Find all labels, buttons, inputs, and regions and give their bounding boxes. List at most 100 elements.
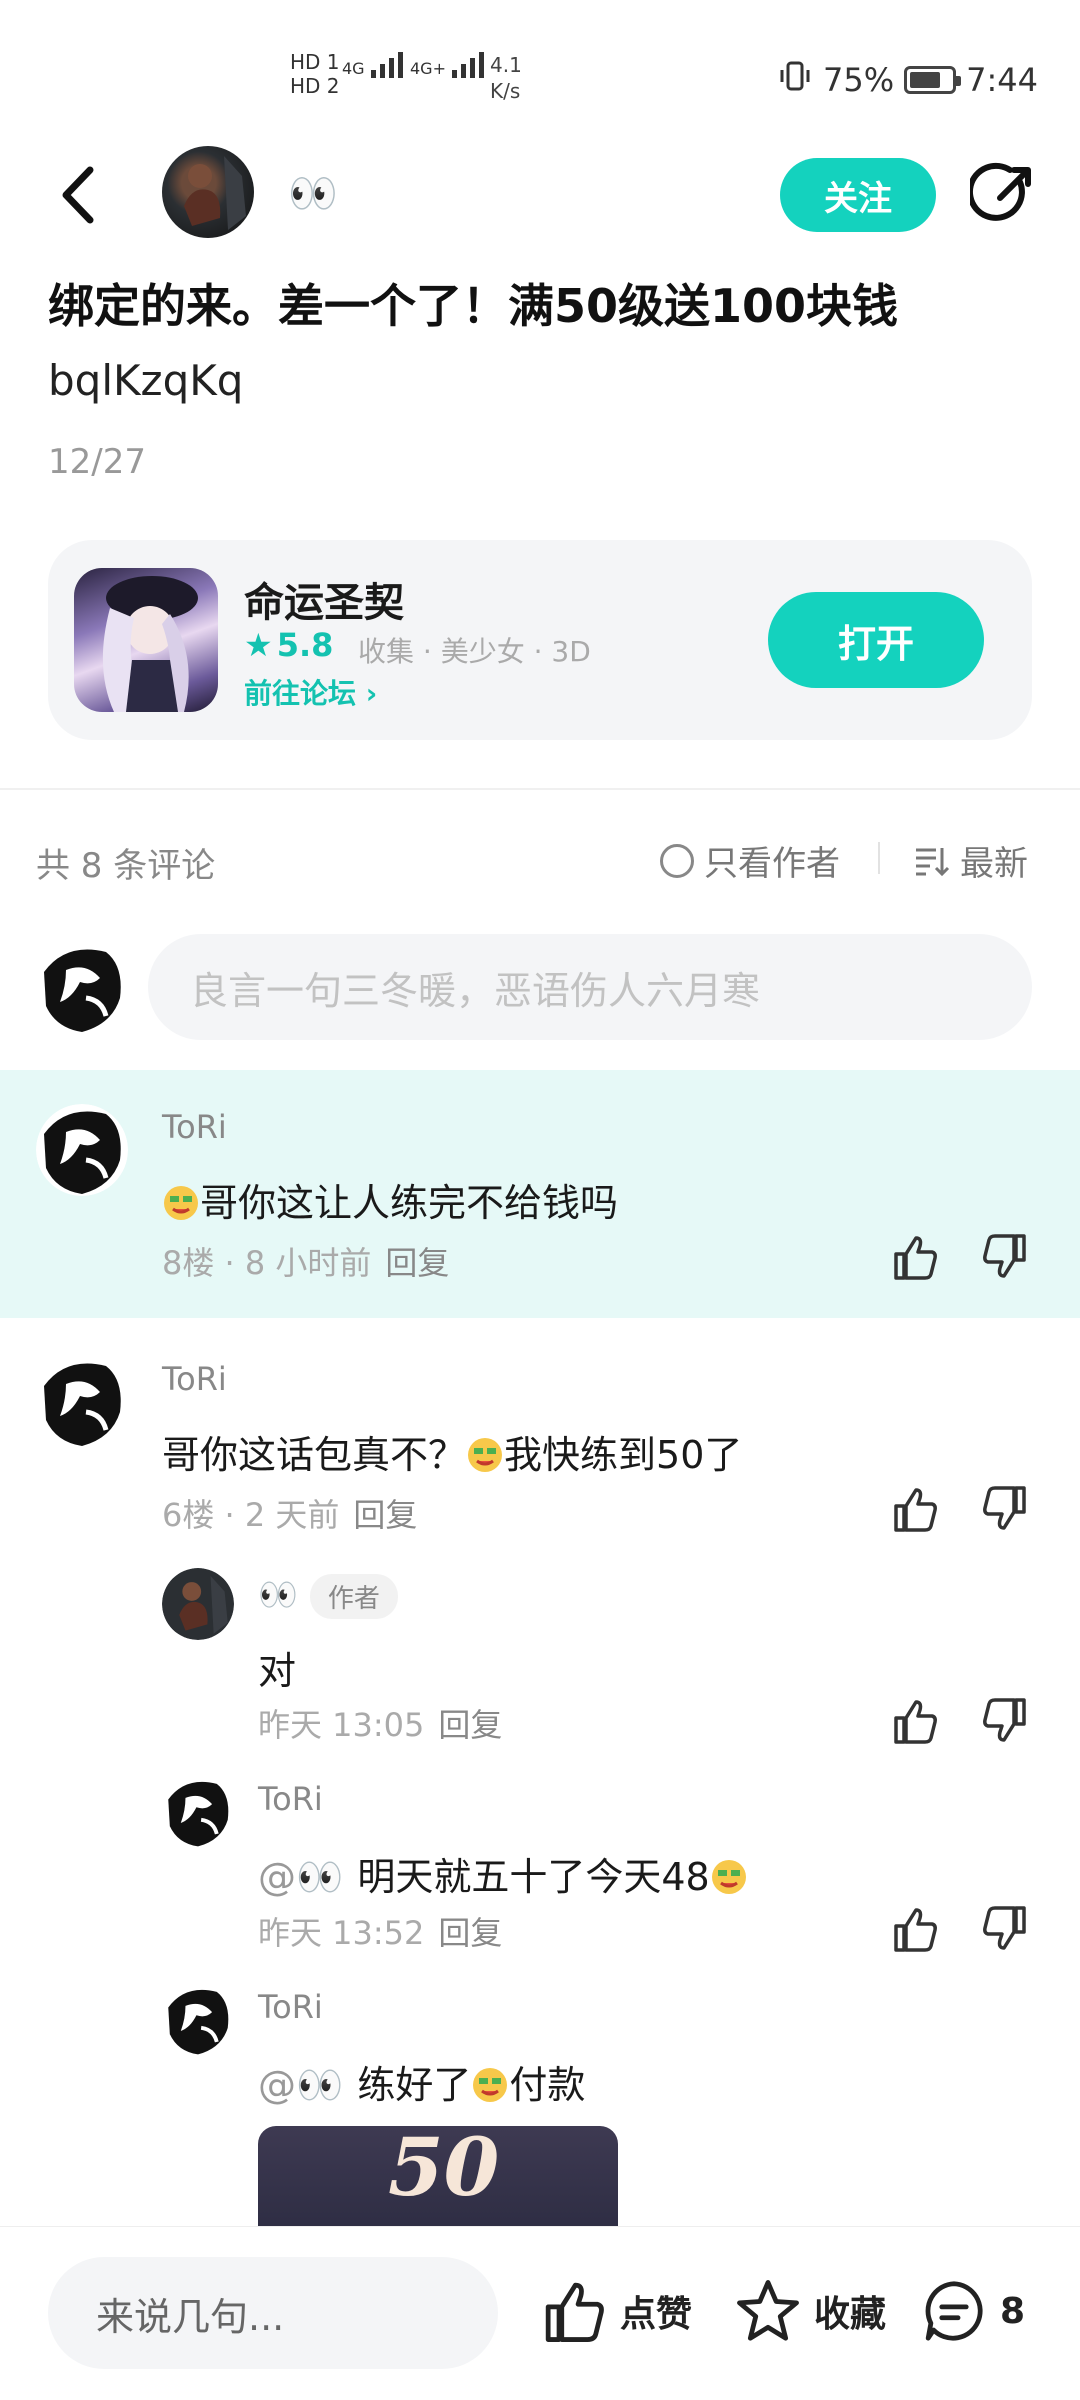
thumbs-up-icon (894, 1236, 937, 1280)
open-game-button[interactable]: 打开 (768, 592, 984, 688)
floor-time: 8楼 · 8 小时前 (162, 1244, 372, 1282)
comment-text-part-a: 哥你这话包真不？ (162, 1433, 467, 1477)
only-author-toggle[interactable]: 只看作者 (660, 836, 840, 885)
reply-time: 昨天 13:52 (258, 1914, 425, 1952)
post-body: bqlKzqKq (48, 356, 244, 405)
commenter-name[interactable]: ToRi (162, 1360, 227, 1398)
reply-text: 对 (258, 1649, 297, 1693)
game-name: 命运圣契 (244, 580, 404, 626)
money-face-emoji-icon (471, 2066, 509, 2104)
post-date: 12/27 (48, 442, 146, 482)
author-reply-avatar[interactable] (162, 1568, 234, 1640)
author-badge: 作者 (309, 1574, 398, 1619)
money-face-emoji-icon (162, 1184, 200, 1222)
reply-button[interactable]: 回复 (353, 1496, 417, 1534)
game-tags: 收集 · 美少女 · 3D (358, 635, 591, 668)
avatar[interactable] (36, 1356, 128, 1448)
like-post-button[interactable]: 点赞 (540, 2277, 692, 2345)
mention[interactable]: @👀 (258, 2063, 343, 2107)
hd2-label: HD 2 (290, 74, 340, 98)
comment-text: 哥你这话包真不？ 我快练到50了 (162, 1424, 742, 1479)
sort-button[interactable]: 最新 (914, 836, 1028, 885)
reply-text-part-a: 练好了 (357, 2063, 472, 2107)
dislike-button[interactable] (980, 1232, 1030, 1282)
only-author-label: 只看作者 (704, 844, 840, 884)
money-face-emoji-icon (466, 1436, 504, 1474)
reply-text: @👀 练好了 付款 (258, 2054, 585, 2109)
thumbs-down-icon (983, 1486, 1026, 1530)
comment-text-content: 哥你这让人练完不给钱吗 (200, 1181, 619, 1225)
reply-button[interactable]: 回复 (385, 1244, 449, 1282)
net-speed: 4.1 K/s (490, 52, 522, 104)
avatar[interactable] (162, 1984, 234, 2056)
reply-name[interactable]: ToRi (258, 1988, 323, 2026)
comment-meta: 6楼 · 2 天前 回复 (162, 1490, 417, 1536)
hd1-label: HD 1 (290, 50, 340, 74)
signal-2-icon: 4G+ (410, 52, 484, 78)
collect-button[interactable]: 收藏 (734, 2277, 886, 2345)
post-title: 绑定的来。差一个了！满50级送100块钱 (48, 279, 899, 333)
reply-meta: 昨天 13:52 回复 (258, 1908, 502, 1954)
reply-text: @👀 明天就五十了今天48 (258, 1846, 748, 1901)
thumbs-up-icon (894, 1700, 937, 1744)
comment-input[interactable]: 良言一句三冬暖，恶语伤人六月寒 (148, 934, 1032, 1040)
reply-name-text: 👀 (258, 1575, 298, 1614)
game-rating: ★ 5.8 (244, 626, 333, 664)
radio-icon (660, 843, 694, 878)
comment-meta: 8楼 · 8 小时前 回复 (162, 1238, 449, 1284)
separator (878, 842, 880, 874)
thumbs-down-icon (983, 1906, 1026, 1950)
dislike-button[interactable] (980, 1484, 1030, 1534)
battery-percent: 75% (823, 61, 895, 99)
bottom-bar: 来说几句... 点赞 收藏 8 (0, 2226, 1080, 2400)
reply-name[interactable]: 👀 作者 (258, 1574, 398, 1619)
sort-icon (916, 847, 950, 876)
divider (0, 788, 1080, 790)
mention[interactable]: @👀 (258, 1855, 343, 1899)
share-button[interactable] (966, 162, 1036, 228)
avatar[interactable] (36, 1104, 128, 1196)
reply-button[interactable]: 回复 (438, 1914, 502, 1952)
thumbs-up-icon (545, 2282, 604, 2342)
reply-button[interactable]: 回复 (438, 1706, 502, 1744)
thumbs-down-icon (983, 1698, 1026, 1742)
like-button[interactable] (890, 1904, 940, 1954)
chevron-left-icon (62, 166, 94, 224)
reply-text-part-b: 付款 (509, 2063, 586, 2107)
dislike-button[interactable] (980, 1904, 1030, 1954)
say-input[interactable]: 来说几句... (48, 2257, 498, 2369)
like-button[interactable] (890, 1484, 940, 1534)
reply-name[interactable]: ToRi (258, 1780, 323, 1818)
hd-indicator: HD 1 HD 2 (290, 50, 340, 98)
my-avatar[interactable] (36, 942, 128, 1034)
signal-1-icon: 4G (342, 52, 403, 78)
speed-value: 4.1 (490, 53, 522, 77)
dislike-button[interactable] (980, 1696, 1030, 1746)
comment-bubble-icon (925, 2281, 983, 2341)
image-text: 50 (388, 2126, 500, 2214)
thumbs-up-icon (894, 1908, 937, 1952)
clock: 7:44 (966, 61, 1038, 99)
game-icon[interactable] (74, 568, 218, 712)
back-button[interactable] (50, 160, 110, 230)
reply-time: 昨天 13:05 (258, 1706, 425, 1744)
follow-button[interactable]: 关注 (780, 158, 936, 232)
sort-label: 最新 (960, 844, 1028, 884)
comments-count: 8 (1000, 2290, 1026, 2332)
reply-meta: 昨天 13:05 回复 (258, 1700, 502, 1746)
author-avatar[interactable] (162, 146, 254, 238)
forum-link[interactable]: 前往论坛 › (244, 672, 377, 712)
speed-unit: K/s (490, 79, 521, 103)
game-card[interactable]: 命运圣契 ★ 5.8 收集 · 美少女 · 3D 前往论坛 › 打开 (48, 540, 1032, 740)
author-name[interactable]: 👀 (288, 170, 338, 217)
battery-icon (904, 66, 962, 94)
like-button[interactable] (890, 1696, 940, 1746)
comment-text: 哥你这让人练完不给钱吗 (162, 1172, 618, 1227)
star-icon (737, 2280, 799, 2341)
comments-button[interactable]: 8 (920, 2277, 1025, 2345)
floor-time: 6楼 · 2 天前 (162, 1496, 340, 1534)
like-button[interactable] (890, 1232, 940, 1282)
commenter-name[interactable]: ToRi (162, 1108, 227, 1146)
collect-label: 收藏 (814, 2294, 887, 2335)
avatar[interactable] (162, 1776, 234, 1848)
